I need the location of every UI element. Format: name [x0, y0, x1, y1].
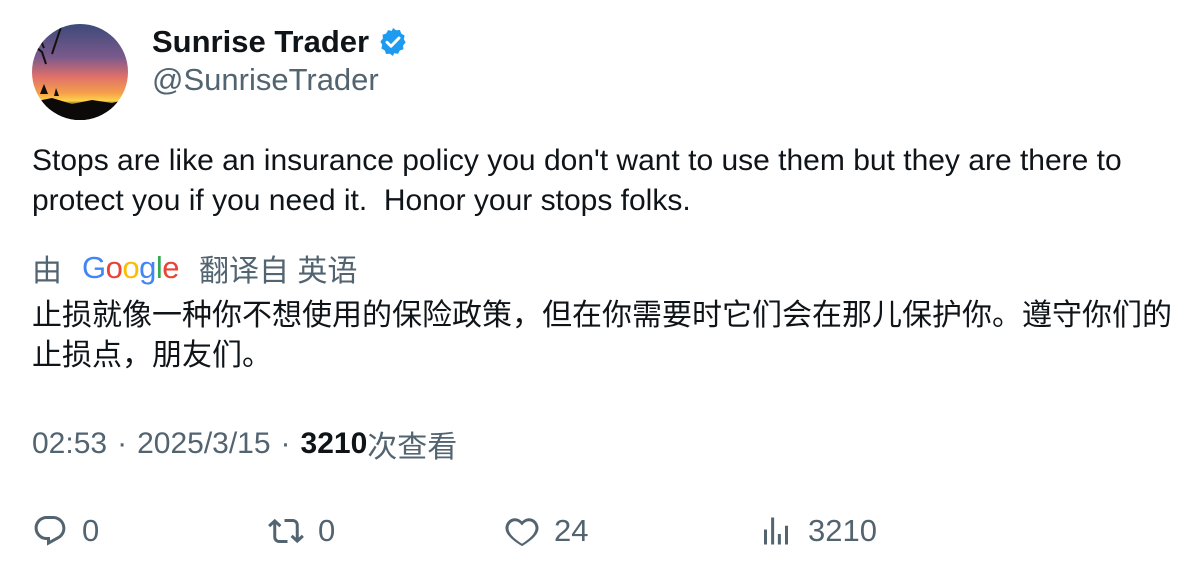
- tweet-metadata: 02:53 · 2025/3/15 · 3210 次查看: [32, 424, 457, 464]
- reply-icon: [32, 513, 68, 549]
- tweet-text: Stops are like an insurance policy you d…: [32, 144, 1131, 217]
- translation-attribution: 由 Google 翻译自 英语: [32, 248, 357, 288]
- tweet-time[interactable]: 02:53: [32, 427, 107, 461]
- display-name[interactable]: Sunrise Trader: [152, 24, 369, 60]
- translation-prefix: 由: [32, 255, 62, 288]
- translation-source-language: 翻译自 英语: [199, 255, 358, 288]
- views-label: 次查看: [367, 431, 458, 464]
- meta-separator: ·: [117, 427, 128, 460]
- google-logo: Google: [82, 250, 180, 285]
- views-count: 3210: [300, 427, 368, 460]
- avatar[interactable]: [32, 24, 128, 120]
- heart-icon: [504, 513, 540, 549]
- like-button[interactable]: 24: [504, 508, 588, 554]
- views-action-count: 3210: [808, 513, 877, 548]
- author-handle[interactable]: @SunriseTrader: [152, 62, 379, 98]
- retweet-button[interactable]: 0: [268, 508, 335, 554]
- meta-separator: ·: [280, 427, 291, 460]
- retweet-icon: [268, 513, 304, 549]
- reply-count: 0: [82, 513, 100, 548]
- views-button[interactable]: 3210: [758, 508, 877, 554]
- analytics-icon: [758, 513, 794, 549]
- reply-button[interactable]: 0: [32, 508, 99, 554]
- tweet-date[interactable]: 2025/3/15: [137, 427, 270, 461]
- author-name-row: Sunrise Trader: [152, 22, 409, 62]
- like-count: 24: [554, 513, 589, 548]
- translated-text: 止损就像一种你不想使用的保险政策，但在你需要时它们会在那儿保护你。遵守你们的止损…: [32, 299, 1172, 372]
- verified-badge-icon: [377, 26, 409, 58]
- retweet-count: 0: [318, 513, 336, 548]
- sunset-avatar-image: [32, 24, 128, 120]
